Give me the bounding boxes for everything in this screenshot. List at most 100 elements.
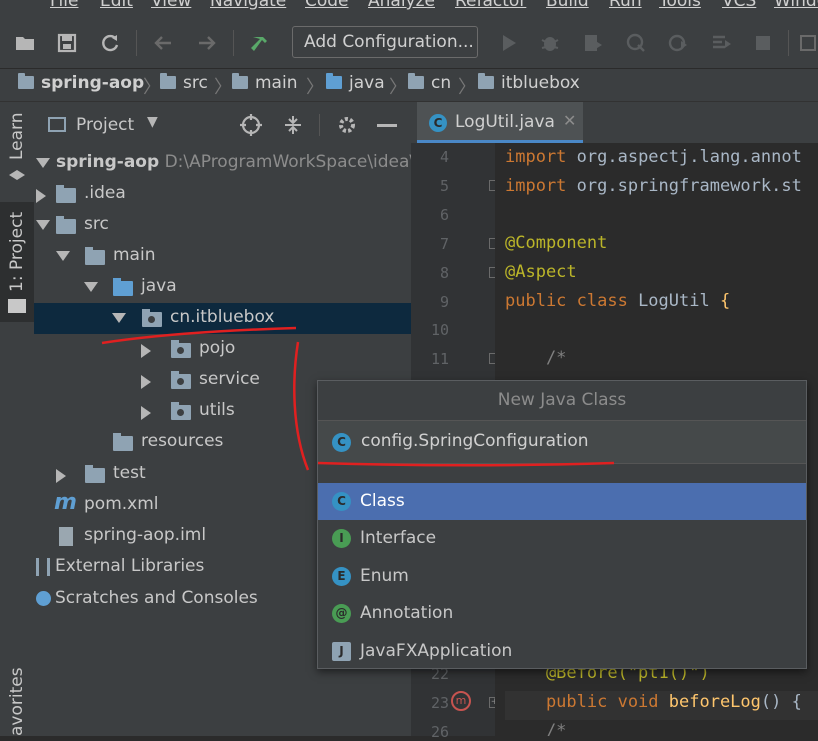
file-icon xyxy=(59,527,73,546)
kind-option-enum[interactable]: E Enum xyxy=(318,558,806,595)
menu-code[interactable]: Code xyxy=(305,0,349,11)
menu-run[interactable]: Run xyxy=(609,0,642,11)
locate-crosshair-icon[interactable] xyxy=(240,114,262,136)
kind-option-label: Interface xyxy=(360,528,437,548)
project-path: D:\AProgramWorkSpace\idea\sp xyxy=(164,152,435,172)
tree-node-label: cn.itbluebox xyxy=(170,307,275,327)
project-view-title[interactable]: Project xyxy=(76,115,134,135)
tree-node-label: src xyxy=(84,214,109,234)
kind-option-class[interactable]: C Class xyxy=(318,483,806,520)
breadcrumb-item-project[interactable]: spring-aop xyxy=(18,73,144,93)
kind-option-label: Annotation xyxy=(360,603,454,623)
breadcrumb-item-main[interactable]: main xyxy=(232,73,297,93)
tree-node-label: .idea xyxy=(84,183,126,203)
minimize-icon[interactable] xyxy=(377,124,397,127)
enum-icon: E xyxy=(332,567,351,586)
tree-node-java[interactable]: java xyxy=(34,272,411,303)
menu-build[interactable]: Build xyxy=(546,0,589,11)
chevron-down-icon[interactable]: ▼ xyxy=(147,114,158,130)
tree-node-cn-itbluebox[interactable]: cn.itbluebox xyxy=(34,303,411,334)
line-number: 7 xyxy=(439,235,449,253)
stop-icon[interactable] xyxy=(752,32,774,54)
kind-option-label: Class xyxy=(360,491,405,511)
package-icon xyxy=(171,371,191,389)
tree-node-spring-aop[interactable]: spring-aop D:\AProgramWorkSpace\idea\sp xyxy=(34,148,435,179)
save-icon[interactable] xyxy=(56,32,78,54)
run-icon[interactable] xyxy=(498,32,520,54)
breadcrumb-item-java[interactable]: java xyxy=(326,73,385,93)
new-java-class-dialog: New Java Class C config.SpringConfigurat… xyxy=(317,380,807,669)
kind-option-label: JavaFXApplication xyxy=(360,641,513,661)
menu-refactor[interactable]: Refactor xyxy=(455,0,526,11)
main-toolbar: Add Configuration... xyxy=(0,18,818,69)
learn-tab[interactable]: Learn xyxy=(7,112,27,160)
line-number: 10 xyxy=(430,321,449,339)
breadcrumb-item-cn[interactable]: cn xyxy=(408,73,451,93)
folder-icon xyxy=(85,247,105,265)
sync-icon[interactable] xyxy=(99,32,121,54)
close-icon[interactable]: ✕ xyxy=(563,111,576,130)
editor-tab-bar: C LogUtil.java ✕ xyxy=(411,102,818,144)
profile-icon[interactable] xyxy=(625,32,647,54)
line-number: 6 xyxy=(439,206,449,224)
coverage-icon[interactable] xyxy=(582,32,604,54)
collapse-all-icon[interactable] xyxy=(282,114,304,136)
build-hammer-icon[interactable] xyxy=(250,32,272,54)
code-line-23: public void beforeLog() { xyxy=(505,692,802,712)
kind-option-annotation[interactable]: @ Annotation xyxy=(318,595,806,632)
tab-logutil-java[interactable]: C LogUtil.java ✕ xyxy=(417,102,583,143)
code-line-11: /* xyxy=(505,348,567,368)
kind-option-interface[interactable]: I Interface xyxy=(318,520,806,557)
forward-arrow-icon[interactable] xyxy=(196,32,218,54)
add-configuration-button[interactable]: Add Configuration... xyxy=(292,26,478,58)
javafx-file-icon: J xyxy=(332,642,351,661)
menu-bar: File Edit View Navigate Code Analyze Ref… xyxy=(0,0,818,18)
folder-icon xyxy=(232,73,248,89)
menu-view[interactable]: View xyxy=(151,0,191,11)
attach-icon[interactable] xyxy=(667,32,689,54)
favorites-tab[interactable]: avorites xyxy=(7,667,27,736)
kind-option-javafx[interactable]: J JavaFXApplication xyxy=(318,633,806,670)
tree-node-pojo[interactable]: pojo xyxy=(34,334,411,365)
vcs-icon[interactable] xyxy=(798,32,818,54)
source-folder-icon xyxy=(326,73,342,89)
breadcrumb-separator: 〉 xyxy=(458,77,476,98)
breadcrumb-item-itbluebox[interactable]: itbluebox xyxy=(478,73,580,93)
gear-icon[interactable] xyxy=(336,114,358,136)
code-line-9: public class LogUtil { xyxy=(505,291,731,311)
code-line-8: @Aspect xyxy=(505,262,577,282)
library-icon xyxy=(36,558,50,576)
line-number: 26 xyxy=(430,723,449,741)
resources-folder-icon xyxy=(113,433,133,451)
line-number: 8 xyxy=(439,264,449,282)
tree-node-label: pojo xyxy=(199,338,236,358)
menu-tools[interactable]: Tools xyxy=(659,0,701,11)
tree-node-src[interactable]: src xyxy=(34,210,411,241)
menu-file[interactable]: File xyxy=(50,0,78,11)
learn-icon xyxy=(9,170,25,180)
menu-edit[interactable]: Edit xyxy=(100,0,133,11)
menu-navigate[interactable]: Navigate xyxy=(210,0,286,11)
tab-label: LogUtil.java xyxy=(455,112,555,132)
menu-vcs[interactable]: VCS xyxy=(722,0,756,11)
open-folder-icon[interactable] xyxy=(14,32,36,54)
back-arrow-icon[interactable] xyxy=(152,32,174,54)
tree-node-idea[interactable]: .idea xyxy=(34,179,411,210)
tree-node-label: External Libraries xyxy=(55,556,205,576)
method-advice-icon[interactable]: m xyxy=(451,691,471,711)
menu-window[interactable]: Windo xyxy=(774,0,818,11)
folder-icon xyxy=(18,73,34,89)
class-name-input[interactable]: C config.SpringConfiguration xyxy=(318,420,806,464)
package-icon xyxy=(171,402,191,420)
menu-analyze[interactable]: Analyze xyxy=(368,0,435,11)
project-tab-icon xyxy=(8,299,26,313)
debug-icon[interactable] xyxy=(539,32,561,54)
dialog-title: New Java Class xyxy=(497,390,627,410)
project-tab[interactable]: 1: Project xyxy=(7,212,27,292)
code-line-5: import org.springframework.st xyxy=(505,176,802,196)
run-config-list-icon[interactable] xyxy=(710,32,732,54)
breadcrumb-item-src[interactable]: src xyxy=(160,73,208,93)
maven-icon: m xyxy=(54,490,77,515)
tree-node-main[interactable]: main xyxy=(34,241,411,272)
line-number: 9 xyxy=(439,293,449,311)
